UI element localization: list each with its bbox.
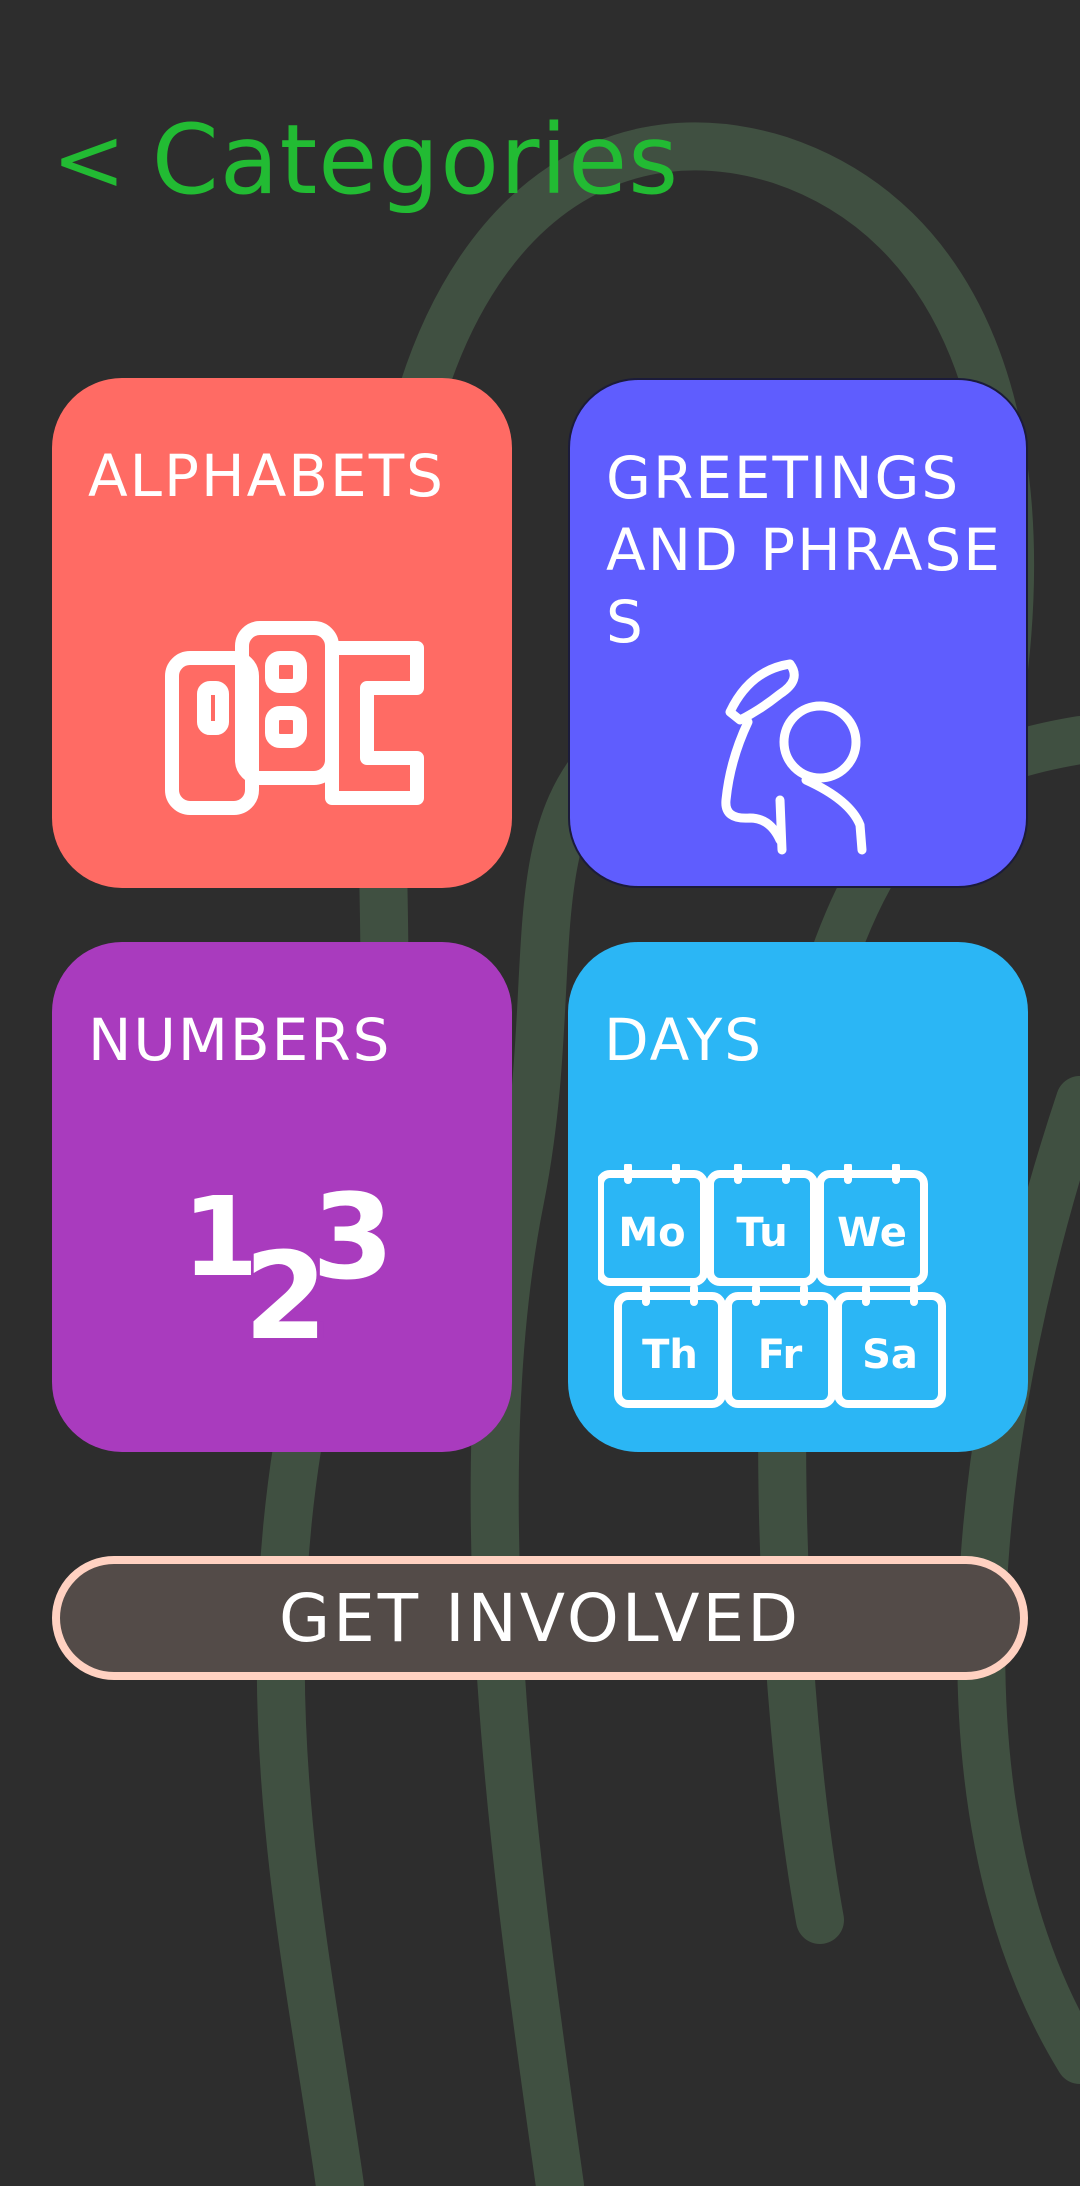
digit-three: 3 (312, 1168, 395, 1306)
calendar-day-label: Th (642, 1332, 698, 1378)
category-label-alphabets: ALPHABETS (88, 442, 445, 510)
calendar-page-fr: Fr (724, 1284, 836, 1408)
abc-blocks-icon (165, 621, 424, 815)
category-label-days: DAYS (604, 1006, 764, 1074)
calendar-page-sa: Sa (834, 1284, 946, 1408)
calendar-day-label: We (837, 1210, 907, 1256)
back-button[interactable]: < (52, 116, 126, 204)
calendar-page-we: We (816, 1162, 928, 1286)
calendar-day-label: Tu (736, 1210, 787, 1256)
calendar-page-th: Th (614, 1284, 726, 1408)
calendar-day-label: Mo (618, 1210, 685, 1256)
category-label-numbers: NUMBERS (88, 1006, 392, 1074)
category-card-days[interactable]: DAYS Mo Tu We Th Fr Sa (568, 942, 1028, 1452)
calendar-days-icon: Mo Tu We Th Fr Sa (596, 1162, 978, 1424)
calendar-day-label: Fr (758, 1332, 803, 1378)
category-label-greetings: GREETINGS AND PHRASES (606, 444, 1002, 656)
calendar-day-label: Sa (862, 1332, 918, 1378)
calendar-grid: Mo Tu We Th Fr Sa (596, 1162, 946, 1408)
calendar-page-tu: Tu (706, 1162, 818, 1286)
waving-person-icon (721, 659, 867, 855)
header: < Categories (52, 100, 679, 220)
category-card-numbers[interactable]: NUMBERS 1 2 3 (52, 942, 512, 1452)
category-card-alphabets[interactable]: ALPHABETS (52, 378, 512, 888)
calendar-page-mo: Mo (596, 1162, 708, 1286)
category-card-greetings[interactable]: GREETINGS AND PHRASES (568, 378, 1028, 888)
numbers-123-icon: 1 2 3 (182, 1178, 422, 1372)
page-title: Categories (151, 104, 680, 216)
get-involved-button[interactable]: GET INVOLVED (52, 1556, 1028, 1680)
